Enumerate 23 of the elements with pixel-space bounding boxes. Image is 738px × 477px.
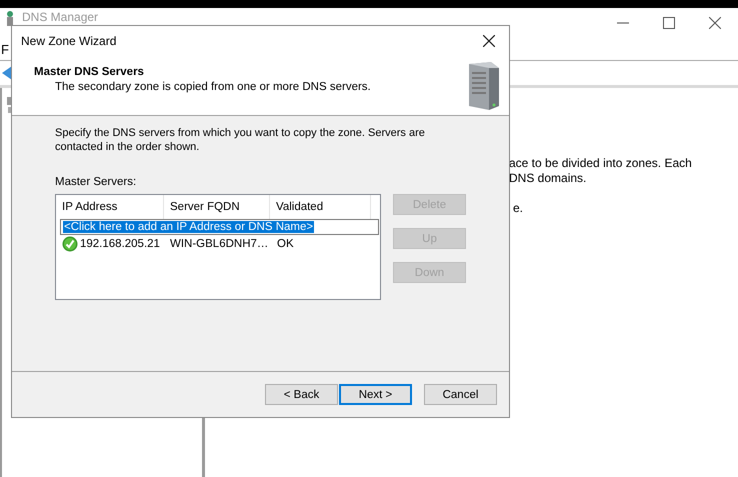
description-text: DNS domains. — [509, 171, 588, 186]
dialog-title: New Zone Wizard — [21, 34, 116, 48]
wizard-subtitle: The secondary zone is copied from one or more DNS servers. — [54, 81, 371, 93]
menu-item[interactable]: F — [1, 42, 9, 56]
description-text: ace to be divided into zones. Each — [509, 156, 692, 171]
column-header[interactable]: Server FQDN — [164, 195, 270, 219]
window-title: DNS Manager — [22, 10, 98, 24]
table-cell: OK — [277, 238, 294, 250]
wizard-button[interactable]: Cancel — [424, 384, 497, 405]
add-server-entry[interactable]: <Click here to add an IP Address or DNS Name> — [63, 221, 314, 233]
maximize-icon — [663, 17, 675, 29]
close-icon — [483, 35, 495, 47]
wizard-button[interactable]: Next > — [339, 384, 412, 405]
close-icon — [709, 17, 721, 29]
list-label: Master Servers: — [55, 176, 138, 188]
column-header[interactable]: IP Address — [56, 195, 164, 219]
table-cell: 192.168.205.21 — [80, 238, 160, 250]
wizard-heading: Master DNS Servers — [34, 66, 145, 78]
column-header[interactable]: Validated — [270, 195, 371, 219]
table-cell-text: WIN-GBL6DNH7… — [170, 238, 270, 250]
description-text: e. — [512, 201, 524, 216]
wizard-button[interactable]: < Back — [265, 384, 338, 405]
instruction-text: Specify the DNS servers from which you want to copy the zone. Servers are contacted in the order shown. — [55, 126, 426, 154]
